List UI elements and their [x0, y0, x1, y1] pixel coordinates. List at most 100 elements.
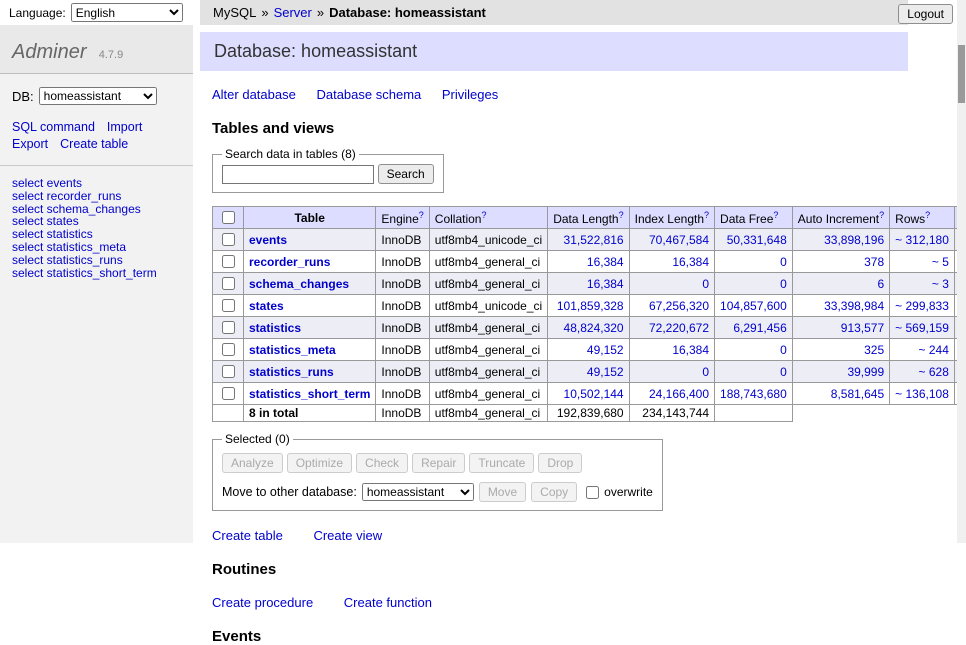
auto-increment-link[interactable]: 6	[877, 277, 884, 291]
search-input[interactable]	[222, 165, 374, 184]
help-icon[interactable]: ?	[879, 210, 884, 220]
create-view-link[interactable]: Create view	[313, 528, 382, 543]
privileges-link[interactable]: Privileges	[442, 87, 498, 102]
data-free-link[interactable]: 0	[780, 343, 787, 357]
logout-button[interactable]: Logout	[898, 4, 953, 24]
row-checkbox[interactable]	[222, 233, 235, 246]
auto-increment-link[interactable]: 325	[864, 343, 884, 357]
index-length-link[interactable]: 16,384	[672, 343, 709, 357]
auto-increment-link[interactable]: 39,999	[847, 365, 884, 379]
scrollbar-track[interactable]	[957, 0, 966, 543]
analyze-button[interactable]: Analyze	[222, 453, 283, 473]
rows-link[interactable]: ~ 569,159	[895, 321, 949, 335]
table-link[interactable]: statistics_short_term	[249, 387, 370, 401]
index-length-link[interactable]: 0	[702, 277, 709, 291]
collation-cell: utf8mb4_general_ci	[429, 251, 547, 273]
data-length-link[interactable]: 49,152	[587, 343, 624, 357]
index-length-link[interactable]: 67,256,320	[649, 299, 709, 313]
auto-increment-link[interactable]: 33,898,196	[824, 233, 884, 247]
help-icon[interactable]: ?	[481, 210, 486, 220]
index-length-link[interactable]: 0	[702, 365, 709, 379]
data-free-link[interactable]: 188,743,680	[720, 387, 787, 401]
repair-button[interactable]: Repair	[412, 453, 465, 473]
drop-button[interactable]: Drop	[538, 453, 582, 473]
table-link[interactable]: states	[249, 299, 284, 313]
rows-link[interactable]: ~ 136,108	[895, 387, 949, 401]
sidebar-item-select-statistics-runs[interactable]: select statistics_runs	[12, 254, 181, 267]
check-button[interactable]: Check	[356, 453, 408, 473]
auto-increment-link[interactable]: 378	[864, 255, 884, 269]
help-icon[interactable]: ?	[619, 210, 624, 220]
data-free-link[interactable]: 50,331,648	[727, 233, 787, 247]
create-table-link[interactable]: Create table	[212, 528, 283, 543]
row-checkbox[interactable]	[222, 277, 235, 290]
table-link[interactable]: schema_changes	[249, 277, 349, 291]
help-icon[interactable]: ?	[704, 210, 709, 220]
index-length-link[interactable]: 70,467,584	[649, 233, 709, 247]
data-length-link[interactable]: 101,859,328	[557, 299, 624, 313]
sidebar-link-sql-command[interactable]: SQL command	[12, 120, 95, 134]
auto-increment-link[interactable]: 913,577	[841, 321, 884, 335]
data-length-link[interactable]: 49,152	[587, 365, 624, 379]
database-schema-link[interactable]: Database schema	[316, 87, 421, 102]
rows-link[interactable]: ~ 244	[919, 343, 949, 357]
table-link[interactable]: recorder_runs	[249, 255, 330, 269]
index-length-link[interactable]: 16,384	[672, 255, 709, 269]
overwrite-checkbox[interactable]	[586, 486, 599, 499]
row-checkbox[interactable]	[222, 343, 235, 356]
table-link[interactable]: statistics	[249, 321, 301, 335]
rows-link[interactable]: ~ 5	[932, 255, 949, 269]
select-all-checkbox[interactable]	[222, 211, 235, 224]
truncate-button[interactable]: Truncate	[469, 453, 534, 473]
row-checkbox[interactable]	[222, 299, 235, 312]
data-length-link[interactable]: 16,384	[587, 277, 624, 291]
data-length-link[interactable]: 31,522,816	[564, 233, 624, 247]
row-checkbox[interactable]	[222, 255, 235, 268]
sidebar-link-export[interactable]: Export	[12, 137, 48, 151]
rows-link[interactable]: ~ 312,180	[895, 233, 949, 247]
auto-increment-link[interactable]: 8,581,645	[831, 387, 884, 401]
index-length-link[interactable]: 24,166,400	[649, 387, 709, 401]
data-free-link[interactable]: 6,291,456	[733, 321, 786, 335]
data-length-link[interactable]: 48,824,320	[564, 321, 624, 335]
data-free-link[interactable]: 0	[780, 277, 787, 291]
search-button[interactable]: Search	[378, 164, 434, 184]
language-select[interactable]: English	[71, 3, 183, 22]
help-icon[interactable]: ?	[925, 210, 930, 220]
data-free-link[interactable]: 0	[780, 365, 787, 379]
db-select[interactable]: homeassistant	[39, 87, 157, 105]
data-length-link[interactable]: 16,384	[587, 255, 624, 269]
rows-link[interactable]: ~ 628	[919, 365, 949, 379]
help-icon[interactable]: ?	[773, 210, 778, 220]
optimize-button[interactable]: Optimize	[287, 453, 352, 473]
move-db-select[interactable]: homeassistant	[362, 483, 474, 501]
data-length-link[interactable]: 10,502,144	[564, 387, 624, 401]
row-checkbox[interactable]	[222, 321, 235, 334]
table-link[interactable]: events	[249, 233, 287, 247]
create-procedure-link[interactable]: Create procedure	[212, 595, 313, 610]
sidebar-item-select-statistics-meta[interactable]: select statistics_meta	[12, 241, 181, 254]
copy-button[interactable]: Copy	[531, 482, 577, 502]
rows-link[interactable]: ~ 299,833	[895, 299, 949, 313]
data-free-link[interactable]: 104,857,600	[720, 299, 787, 313]
rows-link[interactable]: ~ 3	[932, 277, 949, 291]
data-free-link[interactable]: 0	[780, 255, 787, 269]
sidebar-item-select-recorder-runs[interactable]: select recorder_runs	[12, 190, 181, 203]
sidebar-link-create-table[interactable]: Create table	[60, 137, 128, 151]
help-icon[interactable]: ?	[419, 210, 424, 220]
create-function-link[interactable]: Create function	[344, 595, 432, 610]
row-checkbox[interactable]	[222, 365, 235, 378]
table-link[interactable]: statistics_runs	[249, 365, 334, 379]
breadcrumb-server-link[interactable]: Server	[274, 5, 312, 20]
scrollbar-thumb[interactable]	[958, 45, 965, 103]
auto-increment-link[interactable]: 33,398,984	[824, 299, 884, 313]
move-button[interactable]: Move	[479, 482, 526, 502]
row-checkbox[interactable]	[222, 387, 235, 400]
index-length-link[interactable]: 72,220,672	[649, 321, 709, 335]
alter-database-link[interactable]: Alter database	[212, 87, 296, 102]
selected-fieldset: Selected (0) Analyze Optimize Check Repa…	[212, 432, 663, 511]
sidebar-item-select-events[interactable]: select events	[12, 177, 181, 190]
table-link[interactable]: statistics_meta	[249, 343, 336, 357]
sidebar-link-import[interactable]: Import	[107, 120, 142, 134]
sidebar-item-select-statistics-short-term[interactable]: select statistics_short_term	[12, 267, 181, 280]
